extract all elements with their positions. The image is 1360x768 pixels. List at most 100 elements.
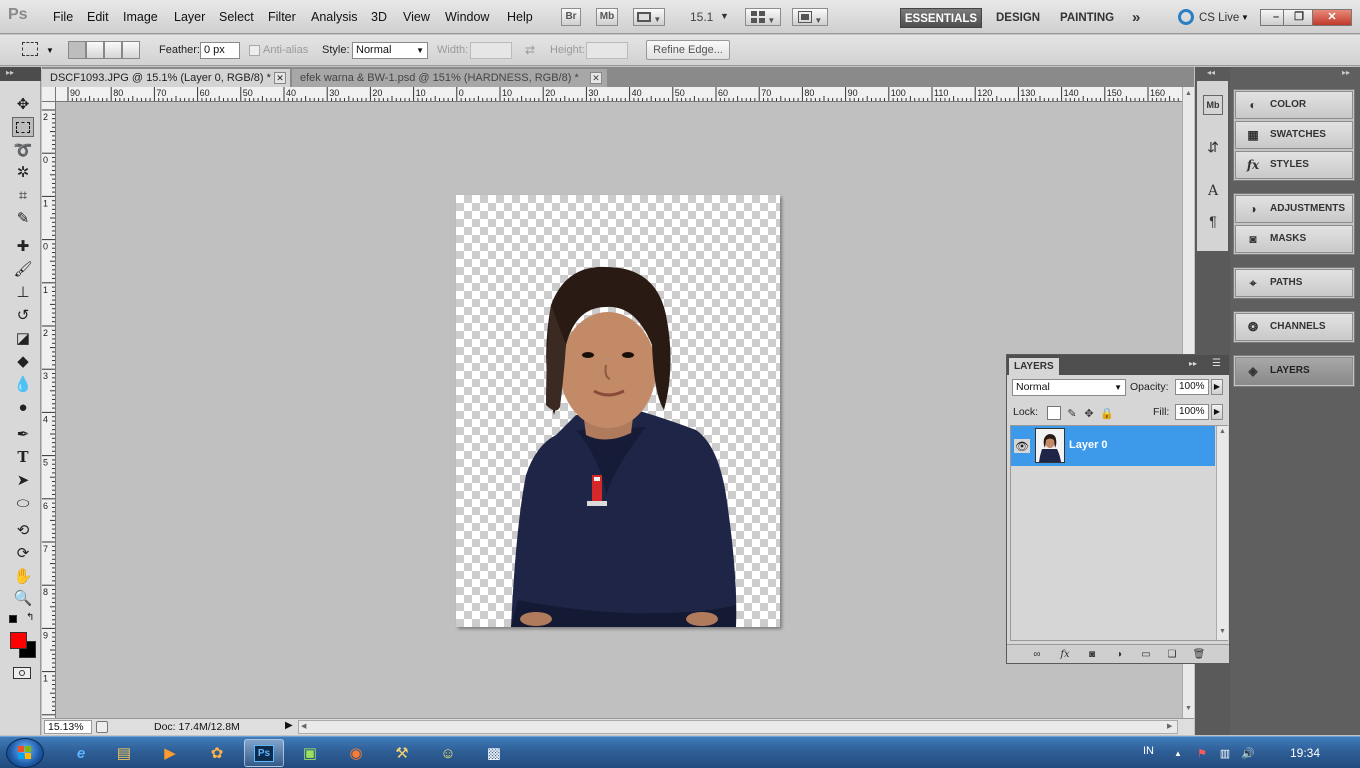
feather-input[interactable]: 0 px <box>200 42 240 59</box>
link-layers-icon[interactable]: ∞ <box>1029 647 1045 661</box>
document-tab-1[interactable]: DSCF1093.JPG @ 15.1% (Layer 0, RGB/8) * … <box>42 69 290 87</box>
arrange-documents-button[interactable]: ▼ <box>745 8 781 26</box>
intersect-selection-button[interactable] <box>122 41 140 59</box>
spot-heal-icon[interactable]: ✚ <box>12 236 34 256</box>
fill-input[interactable]: 100% <box>1175 404 1209 420</box>
cs-live-button[interactable]: CS Live <box>1199 8 1239 28</box>
lock-transparency-icon[interactable] <box>1047 406 1061 420</box>
height-input[interactable] <box>586 42 628 59</box>
marquee-icon[interactable] <box>12 117 34 137</box>
panel-paths[interactable]: ⌖ PATHS <box>1235 269 1353 297</box>
image-viewer-icon[interactable]: ▣ <box>290 739 330 767</box>
layer-name[interactable]: Layer 0 <box>1069 439 1108 451</box>
firefox-icon[interactable]: ◉ <box>336 739 376 767</box>
status-menu-icon[interactable] <box>96 721 108 733</box>
document-tab-2[interactable]: efek warna & BW-1.psd @ 151% (HARDNESS, … <box>292 69 607 87</box>
delete-layer-icon[interactable]: 🗑 <box>1191 647 1207 661</box>
horizontal-ruler[interactable]: 90 80 70 60 50 40 30 20 10 0 10 20 30 40 50 60 70 80 90 100… <box>56 87 1182 102</box>
zoom-level-field[interactable]: 15.1 <box>690 10 713 24</box>
add-mask-icon[interactable]: ◙ <box>1084 647 1100 661</box>
chat-app-icon[interactable]: ✿ <box>197 739 237 767</box>
scroll-left-icon[interactable]: ◀ <box>301 722 306 730</box>
panel-swatches[interactable]: ▦ SWATCHES <box>1235 121 1353 149</box>
menu-select[interactable]: Select <box>219 10 254 24</box>
panel-channels[interactable]: ❂ CHANNELS <box>1235 313 1353 341</box>
collapse-icon[interactable]: ▸▸ <box>6 68 14 77</box>
lock-image-icon[interactable]: ✎ <box>1065 406 1079 420</box>
scroll-down-icon[interactable]: ▼ <box>1219 628 1226 635</box>
cs-live-chevron-icon[interactable]: ▼ <box>1241 13 1249 22</box>
eyedropper-icon[interactable]: ✎ <box>12 208 34 228</box>
subtract-selection-button[interactable] <box>104 41 122 59</box>
workspace-essentials[interactable]: ESSENTIALS <box>900 8 982 28</box>
photoshop-taskbar-icon[interactable]: Ps <box>244 739 284 767</box>
more-workspaces-button[interactable]: » <box>1132 8 1140 28</box>
vertical-ruler[interactable]: 2010123456789111 <box>42 102 56 718</box>
tools-panel-header[interactable]: ▸▸ <box>0 67 41 81</box>
menu-view[interactable]: View <box>403 10 430 24</box>
close-icon[interactable]: ✕ <box>590 72 602 84</box>
history-brush-icon[interactable]: ↺ <box>12 305 34 325</box>
clone-stamp-icon[interactable]: ⊥ <box>12 282 34 302</box>
show-hidden-icons[interactable]: ▲ <box>1170 745 1186 761</box>
scroll-right-icon[interactable]: ▶ <box>1167 722 1172 730</box>
menu-window[interactable]: Window <box>445 10 489 24</box>
hand-icon[interactable]: ✋ <box>12 566 34 586</box>
opacity-slider-arrow[interactable]: ▶ <box>1211 379 1223 395</box>
history-icon[interactable]: ⇵ <box>1203 137 1223 157</box>
file-explorer-icon[interactable]: ▤ <box>104 739 144 767</box>
menu-file[interactable]: File <box>53 10 73 24</box>
status-zoom-field[interactable]: 15.13% <box>44 720 92 734</box>
refine-edge-button[interactable]: Refine Edge... <box>646 40 730 60</box>
language-indicator[interactable]: IN <box>1143 745 1154 757</box>
internet-explorer-icon[interactable]: e <box>61 739 101 767</box>
restore-button[interactable]: ❐ <box>1283 9 1315 26</box>
workspace-painting[interactable]: PAINTING <box>1060 8 1114 28</box>
panel-styles[interactable]: fx STYLES <box>1235 151 1353 179</box>
panel-collapse-icon[interactable]: ▸▸ <box>1189 359 1197 368</box>
preset-chevron-icon[interactable]: ▼ <box>46 46 54 55</box>
quick-mask-icon[interactable] <box>13 667 31 679</box>
layer-style-icon[interactable]: fx <box>1057 647 1073 661</box>
add-to-selection-button[interactable] <box>86 41 104 59</box>
move-icon[interactable]: ✥ <box>12 94 34 114</box>
default-colors-icon[interactable] <box>9 615 17 623</box>
view-extras-button[interactable]: ▼ <box>633 8 665 26</box>
type-icon[interactable]: T <box>12 447 34 467</box>
brush-icon[interactable]: 🖌 <box>12 259 34 279</box>
close-icon[interactable]: ✕ <box>274 72 286 84</box>
menu-help[interactable]: Help <box>507 10 533 24</box>
marquee-preset-icon[interactable] <box>22 42 38 56</box>
zoom-chevron-icon[interactable]: ▼ <box>720 11 729 21</box>
path-select-icon[interactable]: ➤ <box>12 470 34 490</box>
menu-edit[interactable]: Edit <box>87 10 109 24</box>
blend-mode-select[interactable]: Normal ▼ <box>1012 379 1126 396</box>
swap-colors-icon[interactable]: ↰ <box>26 612 34 623</box>
media-player-icon[interactable]: ▶ <box>150 739 190 767</box>
paint-bucket-icon[interactable]: ◆ <box>12 351 34 371</box>
layer-thumbnail[interactable] <box>1035 428 1065 463</box>
lock-all-icon[interactable]: 🔒 <box>1100 406 1114 420</box>
tool-app-icon[interactable]: ⚒ <box>382 739 422 767</box>
menu-layer[interactable]: Layer <box>174 10 205 24</box>
panel-color[interactable]: ◐ COLOR <box>1235 91 1353 119</box>
panel-adjustments[interactable]: ◑ ADJUSTMENTS <box>1235 195 1353 223</box>
fill-slider-arrow[interactable]: ▶ <box>1211 404 1223 420</box>
document-canvas[interactable] <box>456 195 780 627</box>
eraser-icon[interactable]: ◪ <box>12 328 34 348</box>
quick-select-icon[interactable]: ✲ <box>12 162 34 182</box>
panel-layers[interactable]: ◈ LAYERS <box>1235 357 1353 385</box>
workspace-design[interactable]: DESIGN <box>996 8 1040 28</box>
close-button[interactable]: ✕ <box>1312 9 1352 26</box>
screen-mode-button[interactable]: ▼ <box>792 8 828 26</box>
zoom-icon[interactable]: 🔍 <box>12 588 34 608</box>
mini-bridge-icon[interactable]: Mb <box>1203 95 1223 115</box>
shape-icon[interactable]: ⬭ <box>12 493 34 513</box>
3d-rotate-icon[interactable]: ⟲ <box>12 520 34 540</box>
width-input[interactable] <box>470 42 512 59</box>
action-center-icon[interactable]: ⚑ <box>1194 745 1210 761</box>
volume-icon[interactable]: 🔊 <box>1240 745 1256 761</box>
scroll-down-icon[interactable]: ▼ <box>1185 705 1192 712</box>
network-icon[interactable]: ▥ <box>1217 745 1233 761</box>
crop-icon[interactable]: ⌗ <box>12 185 34 205</box>
